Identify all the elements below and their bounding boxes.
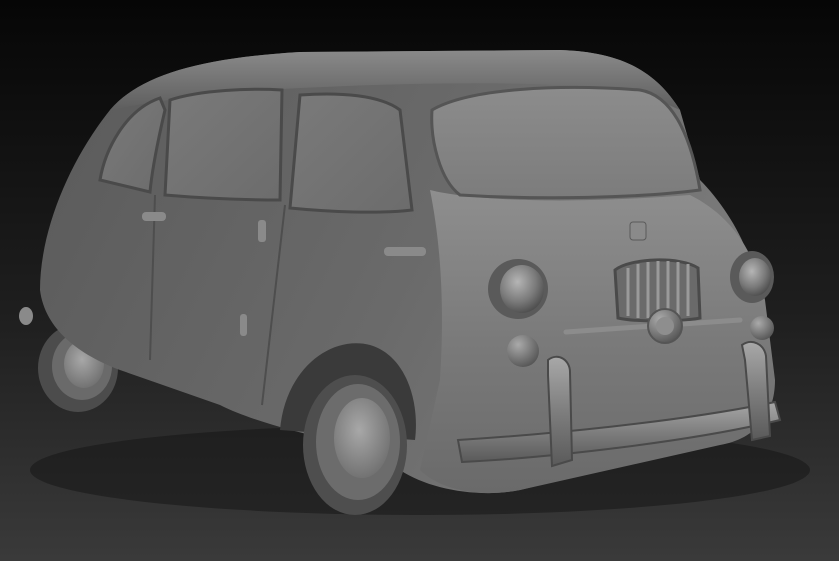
car-render-scene: [0, 0, 839, 561]
hood-badge: [629, 221, 647, 241]
windshield: [430, 85, 702, 200]
indicator-lamp-left: [507, 335, 539, 367]
indicator-lamp-right: [750, 316, 774, 340]
door-handle-rear: [142, 212, 166, 221]
side-window-front: [288, 92, 414, 214]
front-emblem-center: [656, 317, 674, 335]
door-latch: [258, 220, 266, 242]
headlight-icon: [730, 251, 774, 303]
door-hinge: [240, 314, 247, 336]
door-handle-front: [384, 247, 426, 256]
side-window-middle: [163, 87, 284, 202]
render-viewport: [0, 0, 839, 561]
wheel-icon: [303, 375, 407, 515]
rear-light: [19, 307, 33, 325]
headlight-icon: [488, 259, 548, 319]
